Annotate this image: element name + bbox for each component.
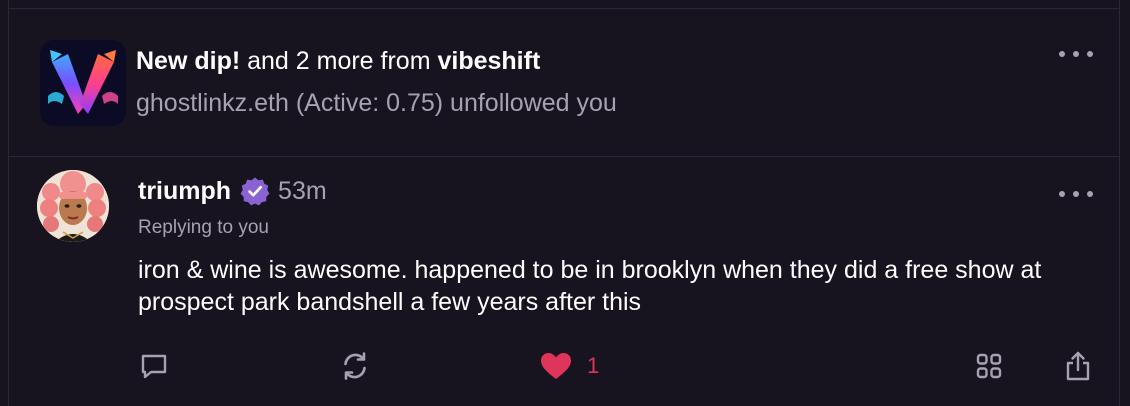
avatar[interactable] [37,170,109,242]
share-button[interactable] [1063,348,1093,384]
cast-body: iron & wine is awesome. happened to be i… [138,256,1042,316]
notification-subtitle: ghostlinkz.eth (Active: 0.75) unfollowed… [136,89,617,117]
like-count: 1 [587,353,600,378]
more-horizontal-icon[interactable] [1059,189,1093,199]
notification-app-name[interactable]: vibeshift [437,47,540,75]
reply-context: Replying to you [138,217,269,238]
dot [1059,191,1065,197]
cast-timestamp[interactable]: 53m [278,177,327,206]
cast-header: triumph 53m [138,174,327,208]
dot [1073,51,1079,57]
notification-item[interactable]: New dip! and 2 more from vibeshift ghost… [9,9,1119,156]
grid-icon [976,353,1002,379]
dot [1059,51,1065,57]
recast-button[interactable] [339,348,371,384]
comment-icon [141,354,167,379]
recast-icon [344,352,366,380]
author-name[interactable]: triumph [138,177,231,206]
dot [1087,191,1093,197]
notification-headline: New dip! [136,47,241,75]
verified-badge-icon [240,177,270,206]
grid-button[interactable] [974,348,1004,384]
vibeshift-logo-icon[interactable] [40,40,126,126]
heart-icon [541,353,571,379]
cast-item[interactable]: triumph 53m Replying to you iron & wine … [9,157,1119,406]
more-horizontal-icon[interactable] [1059,49,1093,59]
reply-button[interactable] [139,348,169,384]
notification-title-connector: and 2 more from [240,47,438,75]
like-button[interactable]: 1 [539,348,599,384]
notifications-feed: New dip! and 2 more from vibeshift ghost… [0,0,1130,406]
dot [1087,51,1093,57]
dot [1073,191,1079,197]
share-icon [1066,351,1090,381]
notification-title: New dip! and 2 more from vibeshift [136,46,540,76]
